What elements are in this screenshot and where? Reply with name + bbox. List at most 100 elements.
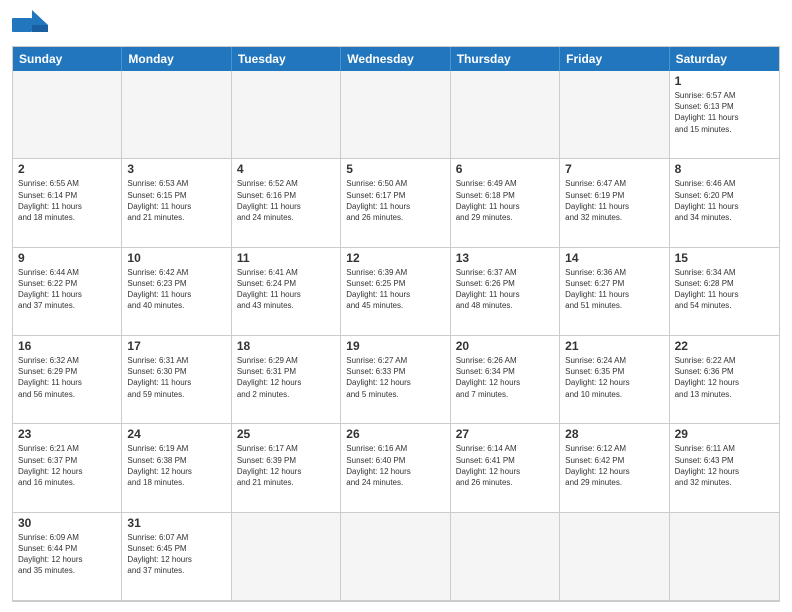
logo-icon — [12, 10, 48, 40]
cell-date: 23 — [18, 427, 116, 441]
cell-date: 6 — [456, 162, 554, 176]
calendar-cell: 29Sunrise: 6:11 AMSunset: 6:43 PMDayligh… — [670, 424, 779, 512]
day-header-wednesday: Wednesday — [341, 47, 450, 71]
calendar-cell: 2 Sunrise: 6:55 AMSunset: 6:14 PMDaylight… — [13, 159, 122, 247]
day-header-thursday: Thursday — [451, 47, 560, 71]
calendar-cell: 19 Sunrise: 6:27 AMSunset: 6:33 PMDayligh… — [341, 336, 450, 424]
cell-date: 3 — [127, 162, 225, 176]
cell-date: 27 — [456, 427, 554, 441]
day-header-sunday: Sunday — [13, 47, 122, 71]
cell-info: Sunrise: 6:17 AMSunset: 6:39 PMDaylight:… — [237, 443, 335, 488]
calendar-cell: 7 Sunrise: 6:47 AMSunset: 6:19 PMDaylight… — [560, 159, 669, 247]
cell-info: Sunrise: 6:44 AMSunset: 6:22 PMDaylight:… — [18, 267, 116, 312]
day-header-friday: Friday — [560, 47, 669, 71]
cell-info: Sunrise: 6:55 AMSunset: 6:14 PMDaylight:… — [18, 178, 116, 223]
cell-date: 2 — [18, 162, 116, 176]
calendar-cell — [341, 513, 450, 601]
cell-info: Sunrise: 6:24 AMSunset: 6:35 PMDaylight:… — [565, 355, 663, 400]
calendar-page: SundayMondayTuesdayWednesdayThursdayFrid… — [0, 0, 792, 612]
cell-date: 1 — [675, 74, 774, 88]
calendar-cell: 22 Sunrise: 6:22 AMSunset: 6:36 PMDayligh… — [670, 336, 779, 424]
cell-info: Sunrise: 6:57 AMSunset: 6:13 PMDaylight:… — [675, 90, 774, 135]
cell-date: 17 — [127, 339, 225, 353]
calendar-cell — [13, 71, 122, 159]
calendar-cell: 20 Sunrise: 6:26 AMSunset: 6:34 PMDayligh… — [451, 336, 560, 424]
cell-date: 24 — [127, 427, 225, 441]
calendar-cell: 13 Sunrise: 6:37 AMSunset: 6:26 PMDayligh… — [451, 248, 560, 336]
cell-date: 14 — [565, 251, 663, 265]
cell-info: Sunrise: 6:14 AMSunset: 6:41 PMDaylight:… — [456, 443, 554, 488]
cell-info: Sunrise: 6:47 AMSunset: 6:19 PMDaylight:… — [565, 178, 663, 223]
cell-info: Sunrise: 6:29 AMSunset: 6:31 PMDaylight:… — [237, 355, 335, 400]
calendar-cell — [451, 513, 560, 601]
cell-info: Sunrise: 6:19 AMSunset: 6:38 PMDaylight:… — [127, 443, 225, 488]
cell-info: Sunrise: 6:12 AMSunset: 6:42 PMDaylight:… — [565, 443, 663, 488]
cell-info: Sunrise: 6:21 AMSunset: 6:37 PMDaylight:… — [18, 443, 116, 488]
cell-info: Sunrise: 6:16 AMSunset: 6:40 PMDaylight:… — [346, 443, 444, 488]
cell-info: Sunrise: 6:41 AMSunset: 6:24 PMDaylight:… — [237, 267, 335, 312]
calendar-cell: 24 Sunrise: 6:19 AMSunset: 6:38 PMDayligh… — [122, 424, 231, 512]
calendar-cell: 10Sunrise: 6:42 AMSunset: 6:23 PMDayligh… — [122, 248, 231, 336]
cell-info: Sunrise: 6:46 AMSunset: 6:20 PMDaylight:… — [675, 178, 774, 223]
cell-info: Sunrise: 6:07 AMSunset: 6:45 PMDaylight:… — [127, 532, 225, 577]
cell-date: 5 — [346, 162, 444, 176]
cell-info: Sunrise: 6:09 AMSunset: 6:44 PMDaylight:… — [18, 532, 116, 577]
cell-info: Sunrise: 6:39 AMSunset: 6:25 PMDaylight:… — [346, 267, 444, 312]
day-header-saturday: Saturday — [670, 47, 779, 71]
logo — [12, 10, 54, 40]
cell-date: 7 — [565, 162, 663, 176]
cell-date: 15 — [675, 251, 774, 265]
cell-info: Sunrise: 6:42 AMSunset: 6:23 PMDaylight:… — [127, 267, 225, 312]
cell-info: Sunrise: 6:49 AMSunset: 6:18 PMDaylight:… — [456, 178, 554, 223]
calendar-cell — [232, 513, 341, 601]
calendar-cell: 25Sunrise: 6:17 AMSunset: 6:39 PMDayligh… — [232, 424, 341, 512]
cell-info: Sunrise: 6:22 AMSunset: 6:36 PMDaylight:… — [675, 355, 774, 400]
calendar-cell: 15 Sunrise: 6:34 AMSunset: 6:28 PMDayligh… — [670, 248, 779, 336]
calendar-cell: 26Sunrise: 6:16 AMSunset: 6:40 PMDayligh… — [341, 424, 450, 512]
cell-date: 19 — [346, 339, 444, 353]
cell-info: Sunrise: 6:53 AMSunset: 6:15 PMDaylight:… — [127, 178, 225, 223]
cell-info: Sunrise: 6:37 AMSunset: 6:26 PMDaylight:… — [456, 267, 554, 312]
cell-date: 28 — [565, 427, 663, 441]
cell-date: 16 — [18, 339, 116, 353]
cell-date: 13 — [456, 251, 554, 265]
cell-date: 11 — [237, 251, 335, 265]
calendar-cell: 9 Sunrise: 6:44 AMSunset: 6:22 PMDaylight… — [13, 248, 122, 336]
calendar-cell — [670, 513, 779, 601]
day-header-monday: Monday — [122, 47, 231, 71]
cell-date: 8 — [675, 162, 774, 176]
cell-date: 18 — [237, 339, 335, 353]
cell-info: Sunrise: 6:31 AMSunset: 6:30 PMDaylight:… — [127, 355, 225, 400]
calendar-cell — [122, 71, 231, 159]
calendar-cell: 8 Sunrise: 6:46 AMSunset: 6:20 PMDaylight… — [670, 159, 779, 247]
calendar-cell: 21 Sunrise: 6:24 AMSunset: 6:35 PMDayligh… — [560, 336, 669, 424]
day-header-tuesday: Tuesday — [232, 47, 341, 71]
calendar-cell: 3 Sunrise: 6:53 AMSunset: 6:15 PMDaylight… — [122, 159, 231, 247]
calendar-cell: 27 Sunrise: 6:14 AMSunset: 6:41 PMDayligh… — [451, 424, 560, 512]
calendar-cell: 30 Sunrise: 6:09 AMSunset: 6:44 PMDayligh… — [13, 513, 122, 601]
cell-info: Sunrise: 6:26 AMSunset: 6:34 PMDaylight:… — [456, 355, 554, 400]
cell-date: 9 — [18, 251, 116, 265]
calendar-cell: 11 Sunrise: 6:41 AMSunset: 6:24 PMDayligh… — [232, 248, 341, 336]
calendar-cell: 18 Sunrise: 6:29 AMSunset: 6:31 PMDayligh… — [232, 336, 341, 424]
cell-date: 21 — [565, 339, 663, 353]
header — [12, 10, 780, 40]
cell-info: Sunrise: 6:27 AMSunset: 6:33 PMDaylight:… — [346, 355, 444, 400]
cell-date: 31 — [127, 516, 225, 530]
cell-date: 22 — [675, 339, 774, 353]
calendar-cell: 6 Sunrise: 6:49 AMSunset: 6:18 PMDaylight… — [451, 159, 560, 247]
cell-info: Sunrise: 6:36 AMSunset: 6:27 PMDaylight:… — [565, 267, 663, 312]
cell-date: 30 — [18, 516, 116, 530]
calendar-cell: 12Sunrise: 6:39 AMSunset: 6:25 PMDayligh… — [341, 248, 450, 336]
calendar-header: SundayMondayTuesdayWednesdayThursdayFrid… — [13, 47, 779, 71]
cell-date: 4 — [237, 162, 335, 176]
calendar-cell: 5Sunrise: 6:50 AMSunset: 6:17 PMDaylight… — [341, 159, 450, 247]
calendar-cell: 28 Sunrise: 6:12 AMSunset: 6:42 PMDayligh… — [560, 424, 669, 512]
calendar-cell: 16 Sunrise: 6:32 AMSunset: 6:29 PMDayligh… — [13, 336, 122, 424]
cell-info: Sunrise: 6:32 AMSunset: 6:29 PMDaylight:… — [18, 355, 116, 400]
calendar-cell: 14 Sunrise: 6:36 AMSunset: 6:27 PMDayligh… — [560, 248, 669, 336]
cell-info: Sunrise: 6:34 AMSunset: 6:28 PMDaylight:… — [675, 267, 774, 312]
calendar-body: 1 Sunrise: 6:57 AMSunset: 6:13 PMDaylight… — [13, 71, 779, 601]
cell-date: 20 — [456, 339, 554, 353]
calendar-cell — [341, 71, 450, 159]
